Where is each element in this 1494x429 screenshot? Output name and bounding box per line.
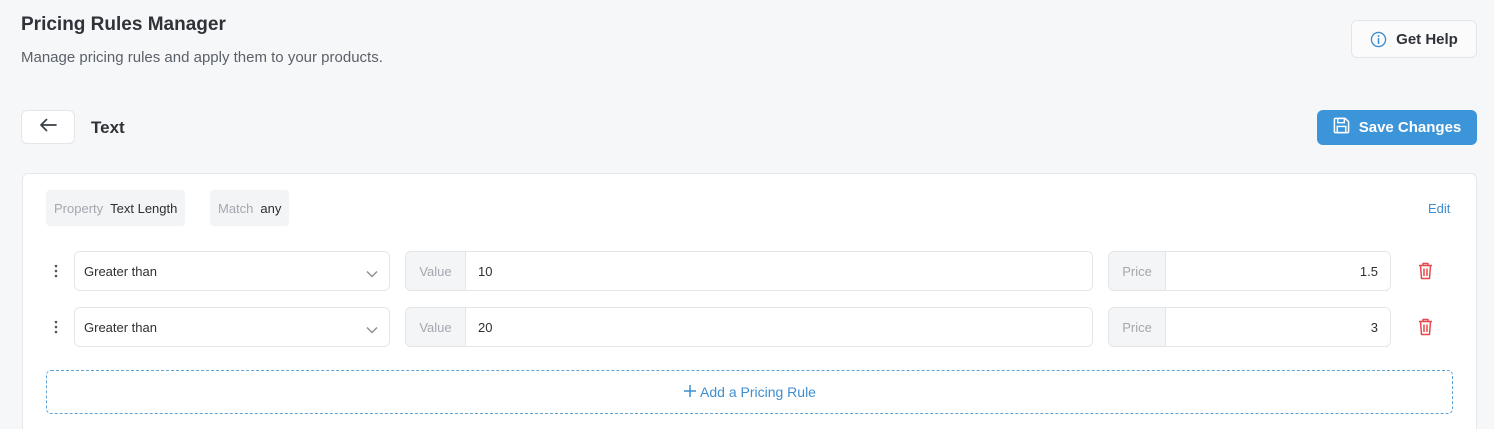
edit-link[interactable]: Edit bbox=[1428, 201, 1450, 216]
condition-select[interactable]: Greater than bbox=[74, 251, 390, 291]
property-chip: Property Text Length bbox=[46, 190, 186, 226]
page-title: Pricing Rules Manager bbox=[21, 14, 226, 35]
value-field: Value bbox=[405, 307, 1093, 347]
pricing-rule-row: Greater than Value Price bbox=[23, 251, 1476, 291]
value-field: Value bbox=[405, 251, 1093, 291]
pricing-rule-card: Property Text Length Match any Edit Grea… bbox=[22, 173, 1477, 429]
drag-handle-icon[interactable] bbox=[50, 317, 62, 337]
price-field: Price bbox=[1108, 251, 1391, 291]
trash-icon[interactable] bbox=[1418, 318, 1433, 341]
match-chip-value: any bbox=[260, 200, 282, 216]
price-input[interactable] bbox=[1166, 308, 1390, 346]
chevron-down-icon bbox=[366, 322, 378, 337]
value-input[interactable] bbox=[466, 252, 1092, 290]
price-field-label: Price bbox=[1109, 252, 1166, 290]
price-field: Price bbox=[1108, 307, 1391, 347]
price-input[interactable] bbox=[1166, 252, 1390, 290]
drag-handle-icon[interactable] bbox=[50, 261, 62, 281]
floppy-disk-icon bbox=[1333, 117, 1350, 138]
condition-select-value: Greater than bbox=[84, 263, 157, 279]
get-help-label: Get Help bbox=[1396, 30, 1458, 48]
plus-icon bbox=[683, 384, 697, 401]
condition-select[interactable]: Greater than bbox=[74, 307, 390, 347]
condition-select-value: Greater than bbox=[84, 319, 157, 335]
save-changes-button[interactable]: Save Changes bbox=[1317, 110, 1477, 145]
value-field-label: Value bbox=[406, 308, 466, 346]
trash-icon[interactable] bbox=[1418, 262, 1433, 285]
property-chip-value: Text Length bbox=[110, 200, 178, 216]
property-chip-key: Property bbox=[54, 200, 104, 216]
price-field-label: Price bbox=[1109, 308, 1166, 346]
info-circle-icon bbox=[1370, 31, 1387, 48]
rule-name: Text bbox=[91, 118, 125, 137]
value-field-label: Value bbox=[406, 252, 466, 290]
add-pricing-rule-label: Add a Pricing Rule bbox=[700, 384, 816, 400]
pricing-rule-row: Greater than Value Price bbox=[23, 307, 1476, 347]
value-input[interactable] bbox=[466, 308, 1092, 346]
arrow-left-icon bbox=[39, 118, 57, 137]
save-changes-label: Save Changes bbox=[1358, 119, 1462, 136]
chevron-down-icon bbox=[366, 266, 378, 281]
add-pricing-rule-button[interactable]: Add a Pricing Rule bbox=[46, 370, 1453, 414]
match-chip: Match any bbox=[210, 190, 290, 226]
match-chip-key: Match bbox=[218, 200, 254, 216]
get-help-button[interactable]: Get Help bbox=[1351, 20, 1477, 58]
back-button[interactable] bbox=[21, 110, 75, 144]
page-subtitle: Manage pricing rules and apply them to y… bbox=[21, 49, 383, 66]
